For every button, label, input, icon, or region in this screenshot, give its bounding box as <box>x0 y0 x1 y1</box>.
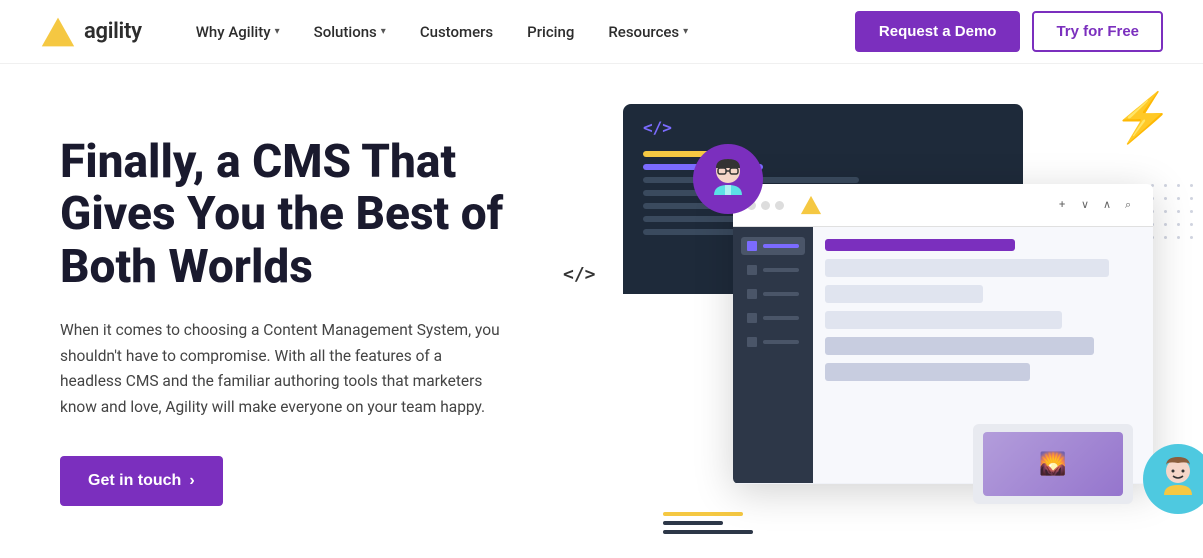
marketer-avatar <box>1143 444 1203 514</box>
hero-content: Finally, a CMS That Gives You the Best o… <box>60 136 520 507</box>
nav-why-agility[interactable]: Why Agility ▾ <box>182 15 294 49</box>
developer-avatar <box>693 144 763 214</box>
image-card: 🌄 <box>973 424 1133 504</box>
hero-title: Finally, a CMS That Gives You the Best o… <box>60 136 520 295</box>
developer-avatar-image <box>700 151 756 207</box>
logo-text: agility <box>84 19 142 44</box>
chevron-down-icon: ▾ <box>683 26 688 37</box>
window-dot <box>761 201 770 210</box>
cms-content-row <box>825 337 1094 355</box>
chevron-down-icon: ▾ <box>381 26 386 37</box>
cms-content-row <box>825 285 983 303</box>
lightning-icon: ⚡ <box>1113 94 1173 142</box>
window-dot <box>775 201 784 210</box>
deco-line <box>663 512 743 516</box>
navbar: agility Why Agility ▾ Solutions ▾ Custom… <box>0 0 1203 64</box>
cms-logo-icon <box>800 194 822 216</box>
cms-content-row <box>825 239 1015 251</box>
cms-sidebar-item <box>741 333 805 351</box>
cms-content-row <box>825 259 1109 277</box>
arrow-icon: › <box>189 472 194 490</box>
chevron-down-icon: ▾ <box>275 26 280 37</box>
deco-line <box>663 530 753 534</box>
cms-sidebar-icon <box>747 265 757 275</box>
search-icon: ⌕ <box>1125 198 1139 212</box>
logo[interactable]: agility <box>40 14 142 50</box>
cms-sidebar-icon <box>747 289 757 299</box>
cms-sidebar-icon <box>747 337 757 347</box>
nav-solutions[interactable]: Solutions ▾ <box>300 15 400 49</box>
cms-sidebar-item <box>741 309 805 327</box>
code-tag-top: </> <box>643 118 672 137</box>
hero-description: When it comes to choosing a Content Mana… <box>60 318 500 420</box>
nav-actions: Request a Demo Try for Free <box>855 11 1163 52</box>
image-icon: 🌄 <box>1039 452 1066 477</box>
cms-sidebar-icon <box>747 241 757 251</box>
cms-sidebar-label <box>763 244 799 248</box>
decorative-lines <box>663 512 753 534</box>
up-icon: ∧ <box>1103 198 1117 212</box>
down-icon: ∨ <box>1081 198 1095 212</box>
hero-section: Finally, a CMS That Gives You the Best o… <box>0 64 1203 558</box>
cms-sidebar-label <box>763 340 799 344</box>
nav-resources[interactable]: Resources ▾ <box>594 15 702 49</box>
cms-panel-header: + ∨ ∧ ⌕ <box>733 184 1153 227</box>
cms-content-row <box>825 363 1030 381</box>
marketer-avatar-image <box>1150 451 1203 507</box>
image-card-inner: 🌄 <box>983 432 1123 496</box>
cms-sidebar-item <box>741 261 805 279</box>
cms-sidebar-item <box>741 237 805 255</box>
nav-customers[interactable]: Customers <box>406 15 507 49</box>
cms-sidebar-label <box>763 268 799 272</box>
cms-sidebar-icon <box>747 313 757 323</box>
add-icon: + <box>1059 198 1073 212</box>
request-demo-button[interactable]: Request a Demo <box>855 11 1021 52</box>
try-free-button[interactable]: Try for Free <box>1032 11 1163 52</box>
deco-line <box>663 521 723 525</box>
cms-sidebar <box>733 227 813 483</box>
nav-links: Why Agility ▾ Solutions ▾ Customers Pric… <box>182 15 855 49</box>
cms-toolbar: + ∨ ∧ ⌕ <box>1059 198 1139 212</box>
cms-sidebar-item <box>741 285 805 303</box>
cms-sidebar-label <box>763 316 799 320</box>
cms-content-row <box>825 311 1062 329</box>
code-tag-side: </> <box>563 264 596 285</box>
get-in-touch-button[interactable]: Get in touch › <box>60 456 223 506</box>
logo-icon <box>40 14 76 50</box>
hero-illustration: ⚡ </> </> <box>563 84 1203 558</box>
nav-pricing[interactable]: Pricing <box>513 15 588 49</box>
cms-sidebar-label <box>763 292 799 296</box>
